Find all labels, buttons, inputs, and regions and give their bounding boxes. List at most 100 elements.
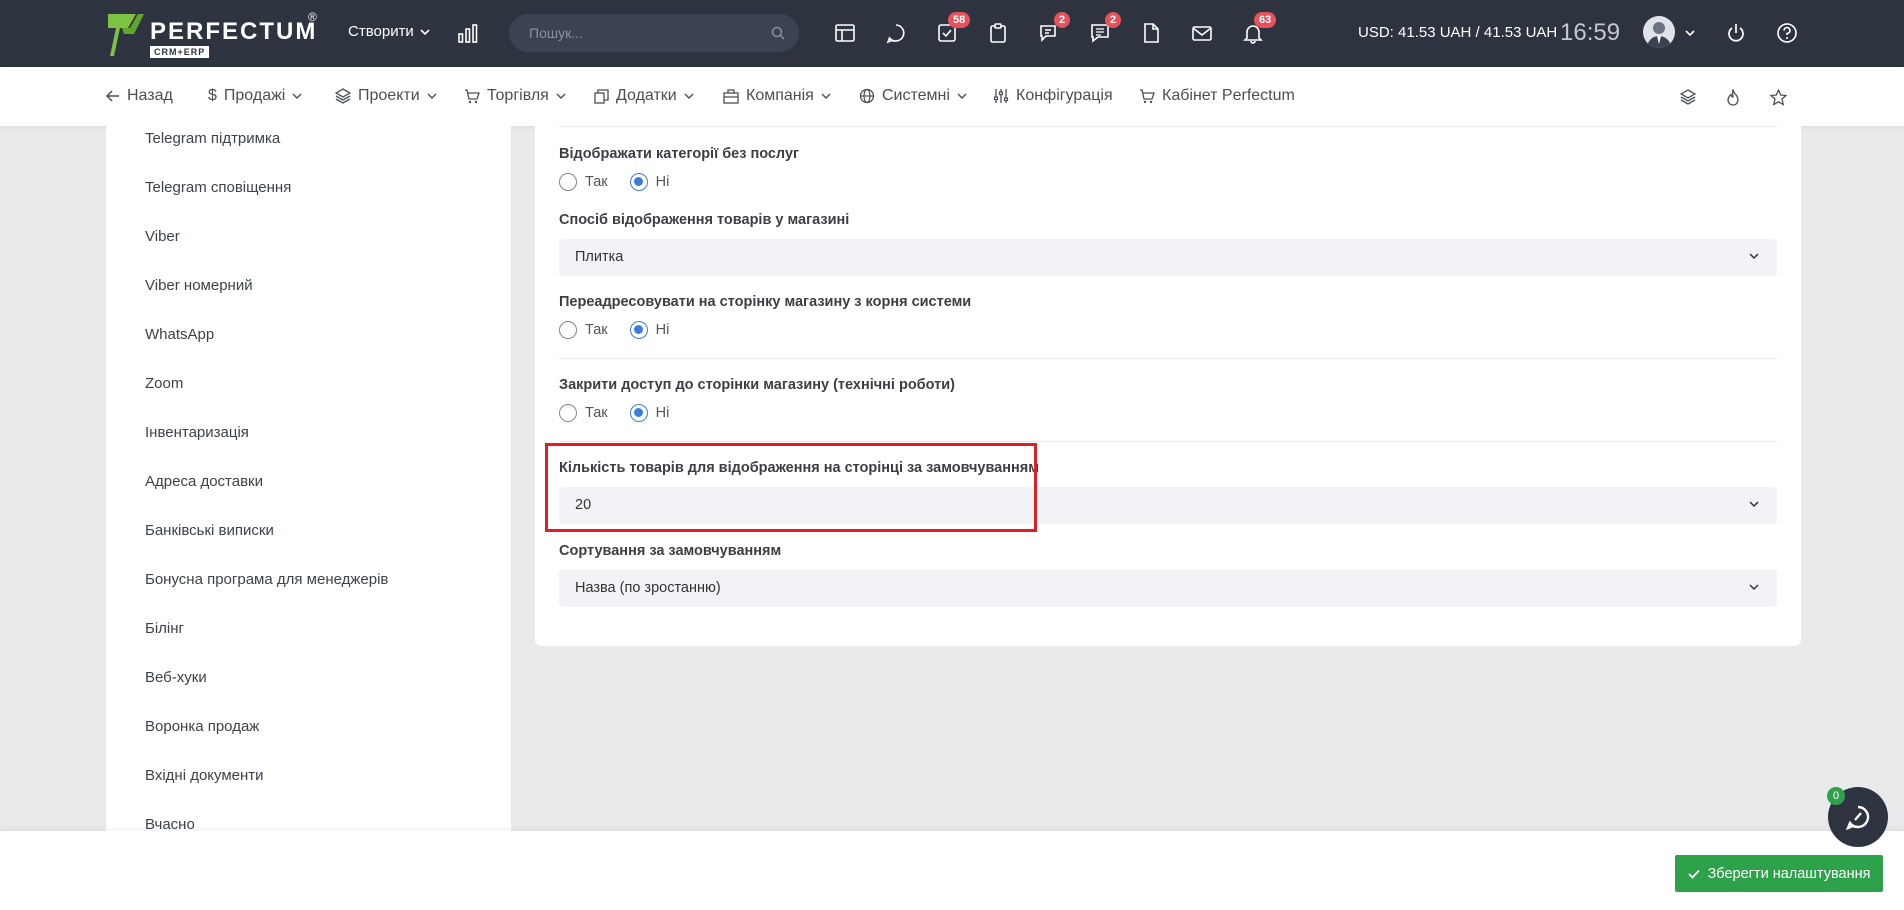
user-menu-chevron-icon[interactable] bbox=[1685, 28, 1695, 38]
check-icon bbox=[1687, 869, 1700, 879]
logo-registered-mark: ® bbox=[308, 10, 317, 24]
radio-yes-label: Так bbox=[585, 174, 608, 190]
nav-trade-label: Торгівля bbox=[487, 87, 549, 104]
display-mode-select[interactable]: Плитка bbox=[559, 239, 1777, 276]
nav-projects[interactable]: Проекти bbox=[335, 87, 437, 105]
mail-icon[interactable] bbox=[1189, 20, 1215, 46]
sidebar-item[interactable]: Веб-хуки bbox=[145, 669, 207, 686]
sidebar-item[interactable]: Telegram підтримка bbox=[145, 130, 280, 147]
power-icon[interactable] bbox=[1723, 20, 1749, 46]
sidebar-item[interactable]: Вчасно bbox=[145, 816, 195, 831]
search-icon[interactable] bbox=[771, 26, 785, 40]
radio-yes-label: Так bbox=[585, 322, 608, 338]
default-sort-select[interactable]: Назва (по зростанню) bbox=[559, 570, 1777, 607]
tasks-checkbox-icon[interactable]: 58 bbox=[934, 12, 971, 46]
clipboard-icon[interactable] bbox=[985, 20, 1011, 46]
nav-sales-label: Продажі bbox=[223, 87, 286, 104]
save-settings-button[interactable]: Зберегти налаштування bbox=[1675, 855, 1883, 892]
radio-no-label: Ні bbox=[655, 322, 670, 338]
divider bbox=[559, 126, 1777, 127]
nav-trade[interactable]: Торгівля bbox=[464, 87, 566, 105]
close-access-radio-group: Так Ні bbox=[559, 404, 691, 422]
redirect-root-yes-radio[interactable] bbox=[559, 321, 577, 339]
create-button[interactable]: Створити bbox=[348, 23, 430, 40]
close-access-yes-radio[interactable] bbox=[559, 404, 577, 422]
nav-cabinet[interactable]: Кабінет Perfectum bbox=[1139, 87, 1295, 105]
briefcase-icon bbox=[723, 88, 739, 104]
chevron-down-icon bbox=[427, 93, 437, 99]
bell-icon[interactable]: 63 bbox=[1240, 12, 1277, 46]
messages-badge: 2 bbox=[1105, 12, 1122, 28]
redirect-root-no-radio[interactable] bbox=[629, 321, 648, 339]
show-empty-categories-yes-radio[interactable] bbox=[559, 173, 577, 191]
cart-icon bbox=[1140, 89, 1155, 104]
sidebar-item[interactable]: Telegram сповіщення bbox=[145, 179, 291, 196]
sliders-icon bbox=[993, 89, 1009, 103]
nav-configuration-label: Конфігурація bbox=[1016, 87, 1113, 104]
sidebar-item[interactable]: Viber bbox=[145, 228, 180, 245]
layers-icon[interactable] bbox=[1677, 86, 1699, 108]
sidebar-item[interactable]: Інвентаризація bbox=[145, 424, 249, 441]
nav-back-label: Назад bbox=[127, 87, 173, 104]
close-access-no-radio[interactable] bbox=[629, 404, 648, 422]
nav-system[interactable]: Системні bbox=[859, 87, 967, 105]
sidebar-item[interactable]: Viber номерний bbox=[145, 277, 253, 294]
tasks-badge: 58 bbox=[948, 12, 971, 28]
divider bbox=[559, 358, 1777, 359]
help-icon[interactable] bbox=[1774, 20, 1800, 46]
layers-icon bbox=[335, 88, 351, 104]
chevron-down-icon bbox=[684, 93, 694, 99]
sidebar-item[interactable]: Бонусна програма для менеджерів bbox=[145, 571, 388, 588]
chat-bubble-icon[interactable] bbox=[883, 20, 909, 46]
sidebar-item[interactable]: Zoom bbox=[145, 375, 183, 392]
sidebar-item[interactable]: WhatsApp bbox=[145, 326, 214, 343]
nav-sales[interactable]: $ Продажі bbox=[208, 87, 302, 105]
analytics-chart-icon[interactable] bbox=[455, 20, 481, 46]
chevron-down-icon bbox=[556, 93, 566, 99]
sidebar-item[interactable]: Банківські виписки bbox=[145, 522, 274, 539]
logo-text: PERFECTUM bbox=[150, 18, 318, 45]
items-per-page-select[interactable]: 20 bbox=[559, 487, 1777, 524]
nav-company-label: Компанія bbox=[746, 87, 814, 104]
nav-configuration[interactable]: Конфігурація bbox=[993, 87, 1113, 105]
items-per-page-value: 20 bbox=[575, 497, 592, 513]
layout-icon[interactable] bbox=[832, 20, 858, 46]
notifications-badge: 63 bbox=[1254, 12, 1277, 28]
search-input[interactable] bbox=[509, 14, 749, 52]
chevron-down-icon bbox=[1749, 253, 1759, 260]
settings-sidebar: Telegram підтримка Telegram сповіщення V… bbox=[106, 126, 511, 831]
globe-icon bbox=[859, 88, 875, 104]
nav-addons[interactable]: Додатки bbox=[594, 87, 694, 105]
bottom-action-bar bbox=[0, 831, 1904, 910]
display-mode-value: Плитка bbox=[575, 249, 624, 265]
logo-mark-icon bbox=[108, 14, 144, 56]
messages-icon[interactable]: 2 bbox=[1087, 12, 1122, 46]
create-label: Створити bbox=[348, 23, 414, 40]
chevron-down-icon bbox=[1749, 501, 1759, 508]
chat-badge: 2 bbox=[1054, 12, 1071, 28]
show-empty-categories-no-radio[interactable] bbox=[629, 173, 648, 191]
default-sort-value: Назва (по зростанню) bbox=[575, 580, 721, 596]
sidebar-item[interactable]: Адреса доставки bbox=[145, 473, 263, 490]
discussions-icon[interactable]: 2 bbox=[1036, 12, 1071, 46]
chevron-down-icon bbox=[821, 93, 831, 99]
save-settings-label: Зберегти налаштування bbox=[1707, 865, 1871, 882]
document-icon[interactable] bbox=[1138, 20, 1164, 46]
nav-company[interactable]: Компанія bbox=[723, 87, 831, 105]
shop-settings-card: Відображати категорії без послуг Так Ні … bbox=[535, 126, 1801, 646]
star-icon[interactable] bbox=[1767, 86, 1789, 108]
user-avatar[interactable] bbox=[1643, 16, 1675, 48]
arrow-left-icon bbox=[106, 90, 119, 102]
radio-no-label: Ні bbox=[655, 405, 670, 421]
search-box[interactable] bbox=[509, 14, 799, 52]
show-empty-categories-label: Відображати категорії без послуг bbox=[559, 146, 800, 162]
logo[interactable]: PERFECTUM ® CRM+ERP bbox=[106, 10, 321, 60]
flame-icon[interactable] bbox=[1722, 86, 1744, 108]
chevron-down-icon bbox=[957, 93, 967, 99]
sidebar-item[interactable]: Білінг bbox=[145, 620, 184, 637]
sidebar-item[interactable]: Воронка продаж bbox=[145, 718, 259, 735]
close-access-label: Закрити доступ до сторінки магазину (тех… bbox=[559, 377, 955, 393]
sidebar-item[interactable]: Вхідні документи bbox=[145, 767, 264, 784]
nav-back[interactable]: Назад bbox=[106, 87, 173, 105]
chevron-down-icon bbox=[420, 28, 430, 35]
